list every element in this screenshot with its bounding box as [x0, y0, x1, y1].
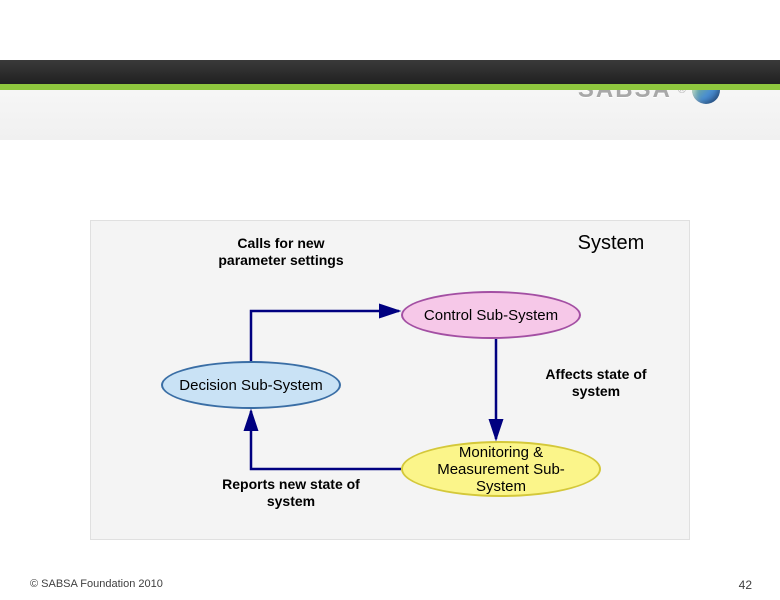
control-subsystem-node: Control Sub-System [401, 291, 581, 339]
arrow-decision-to-control [241, 281, 421, 371]
footer-copyright: © SABSA Foundation 2010 [30, 578, 163, 590]
label-affects: Affects state of system [531, 366, 661, 400]
diagram-canvas: Calls for new parameter settings System … [90, 220, 690, 540]
label-system: System [571, 231, 651, 255]
page-number: 42 [739, 578, 752, 592]
arrow-control-to-monitor [486, 339, 506, 447]
title-strip [0, 60, 780, 90]
label-calls: Calls for new parameter settings [211, 235, 351, 269]
monitor-subsystem-node: Monitoring & Measurement Sub-System [401, 441, 601, 497]
arrow-monitor-to-decision [241, 406, 421, 486]
green-underline [0, 84, 780, 90]
